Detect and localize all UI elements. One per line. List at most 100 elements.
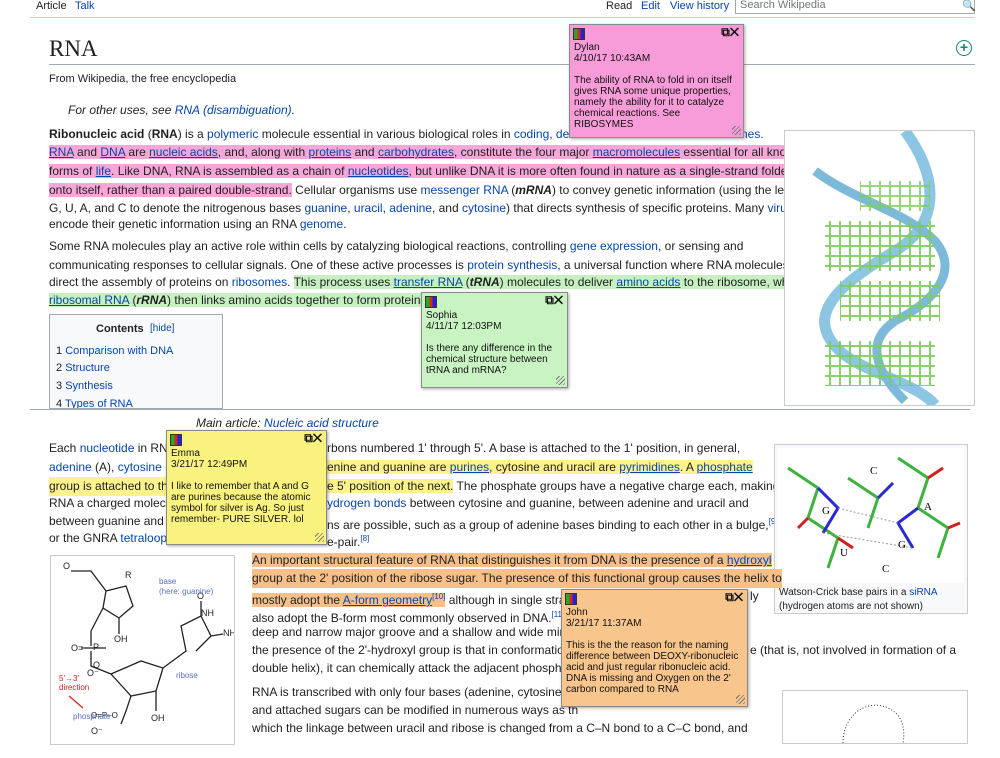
toc-item[interactable]: 1 Comparison with DNA — [56, 345, 173, 358]
toc-item[interactable]: 2 Structure — [56, 362, 110, 375]
link-sirna[interactable]: siRNA — [909, 587, 937, 598]
link-nucleotide[interactable]: nucleotide — [80, 441, 135, 455]
tab-read[interactable]: Read — [606, 0, 632, 16]
lead-line-6: encode their genetic information using a… — [49, 215, 347, 234]
tab-talk[interactable]: Talk — [75, 0, 95, 16]
link-carbohydrates[interactable]: carbohydrates — [378, 145, 454, 159]
text: Some RNA molecules play an active role w… — [49, 239, 570, 253]
struct-line-2b: enine and guanine are purines, cytosine … — [327, 458, 753, 477]
toc-label: Synthesis — [65, 380, 113, 392]
toc-hide-link[interactable]: [hide] — [150, 323, 174, 334]
link-ribosomes[interactable]: ribosomes — [232, 275, 287, 289]
link-purines[interactable]: purines — [450, 460, 489, 474]
text: , — [347, 201, 354, 215]
text: and — [73, 145, 101, 159]
toc-item[interactable]: 4 Types of RNA — [56, 398, 133, 408]
link-adenine2[interactable]: adenine — [49, 460, 92, 474]
link-rna[interactable]: RNA — [49, 145, 74, 159]
link-pyrimidines[interactable]: pyrimidines — [619, 460, 680, 474]
sticky-note[interactable]: ⧉✕ John 3/21/17 11:37AM This is the the … — [561, 589, 748, 707]
disambiguation-link[interactable]: RNA (disambiguation) — [175, 103, 292, 117]
tab-edit[interactable]: Edit — [641, 0, 660, 16]
tab-history[interactable]: View history — [670, 0, 729, 16]
link-genome[interactable]: genome — [300, 217, 343, 231]
note-text[interactable]: Is there any difference in the chemical … — [426, 343, 563, 376]
link-nucleotides[interactable]: nucleotides — [348, 164, 409, 178]
text: between cytosine and guanine, between ad… — [406, 496, 749, 510]
link-coding[interactable]: coding — [514, 127, 549, 141]
toc-item[interactable]: 3 Synthesis — [56, 380, 113, 393]
text: direct the assembly of proteins on — [49, 275, 232, 289]
search-icon[interactable]: 🔍 — [962, 0, 976, 12]
tagline: From Wikipedia, the free encyclopedia — [49, 73, 237, 85]
note-controls-icon[interactable]: ⧉✕ — [725, 591, 743, 603]
link-nucleic-acids[interactable]: nucleic acids — [149, 145, 218, 159]
link-cytosine2[interactable]: cytosine — [118, 460, 162, 474]
note-text[interactable]: The ability of RNA to fold in on itself … — [574, 75, 739, 130]
section-rule — [30, 409, 970, 410]
para2-line-1: Some RNA molecules play an active role w… — [49, 237, 743, 256]
svg-text:O: O — [63, 561, 70, 571]
link-uracil[interactable]: uracil — [354, 201, 383, 215]
label-base2: (here: guanine) — [159, 587, 214, 596]
link-life[interactable]: life — [96, 164, 111, 178]
resize-grip-icon[interactable] — [556, 376, 565, 385]
svg-text:O⁻: O⁻ — [91, 726, 103, 736]
sticky-note[interactable]: ⧉✕ Emma 3/21/17 12:49PM I like to rememb… — [166, 430, 327, 545]
rna-helix-image — [812, 127, 950, 409]
link-phosphate[interactable]: phosphate — [697, 460, 753, 474]
link-hydrogen-bonds[interactable]: ydrogen bonds — [327, 496, 406, 510]
sticky-note[interactable]: ⧉✕ Dylan 4/10/17 10:43AM The ability of … — [569, 24, 744, 138]
link-hydroxyl[interactable]: hydroxyl — [727, 553, 772, 567]
link-mrna[interactable]: messenger RNA — [421, 183, 508, 197]
link-dna[interactable]: DNA — [100, 145, 125, 159]
lead-line-4: onto itself, rather than a paired double… — [49, 181, 807, 200]
text: ( — [144, 127, 152, 141]
text: or the GNRA — [49, 531, 121, 545]
note-color-icon[interactable] — [425, 296, 437, 308]
link-gene-expression[interactable]: gene expression — [570, 239, 658, 253]
resize-grip-icon[interactable] — [315, 533, 324, 542]
note-controls-icon[interactable]: ⧉✕ — [721, 26, 739, 38]
tab-divider — [30, 17, 975, 18]
note-controls-icon[interactable]: ⧉✕ — [304, 432, 322, 444]
note-color-icon[interactable] — [565, 593, 577, 605]
note-controls-icon[interactable]: ⧉✕ — [545, 294, 563, 306]
tab-article[interactable]: Article — [36, 0, 67, 16]
link-nucleic-acid-structure[interactable]: Nucleic acid structure — [264, 416, 379, 430]
sticky-note[interactable]: ⧉✕ Sophia 4/11/17 12:03PM Is there any d… — [421, 292, 568, 388]
struct-line-4b: ydrogen bonds between cytosine and guani… — [327, 494, 749, 513]
resize-grip-icon[interactable] — [736, 695, 745, 704]
text: , but unlike DNA it is more often found … — [408, 164, 795, 178]
resize-grip-icon[interactable] — [732, 126, 741, 135]
link-adenine[interactable]: adenine — [389, 201, 432, 215]
hatnote-prefix: For other uses, see — [68, 103, 175, 117]
link-transfer-rna[interactable]: transfer RNA — [394, 275, 463, 289]
link-proteins[interactable]: proteins — [309, 145, 352, 159]
note-text[interactable]: This is the the reason for the naming di… — [566, 640, 743, 695]
text: . — [343, 217, 347, 231]
add-note-icon[interactable]: + — [956, 40, 972, 56]
text: are — [125, 145, 150, 159]
text: molecule essential in various biological… — [258, 127, 514, 141]
note-color-icon[interactable] — [573, 28, 585, 40]
ribose-line-10: which the linkage between uracil and rib… — [252, 721, 748, 735]
link-guanine[interactable]: guanine — [305, 201, 348, 215]
text: , a universal function where RNA molecul… — [557, 258, 789, 272]
text: This process uses — [293, 275, 394, 289]
link-ribosomal-rna[interactable]: ribosomal RNA — [49, 293, 129, 307]
search-input[interactable]: Search Wikipedia — [735, 0, 975, 14]
note-text[interactable]: I like to remember that A and G are puri… — [171, 481, 322, 525]
link-tetraloop[interactable]: tetraloop — [120, 531, 167, 545]
citation[interactable]: [8] — [360, 534, 369, 543]
ribose-line-7: double helix), it can chemically attack … — [252, 661, 578, 675]
note-color-icon[interactable] — [170, 434, 182, 446]
link-cytosine[interactable]: cytosine — [462, 201, 506, 215]
citation[interactable]: [10] — [432, 592, 445, 601]
link-macromolecules[interactable]: macromolecules — [593, 145, 680, 159]
text: ) to convey genetic information (using t… — [551, 183, 808, 197]
link-amino-acids[interactable]: amino acids — [616, 275, 680, 289]
struct-line-6b: e-pair.[8] — [327, 529, 369, 552]
link-protein-synthesis[interactable]: protein synthesis — [467, 258, 557, 272]
link-polymeric[interactable]: polymeric — [207, 127, 258, 141]
